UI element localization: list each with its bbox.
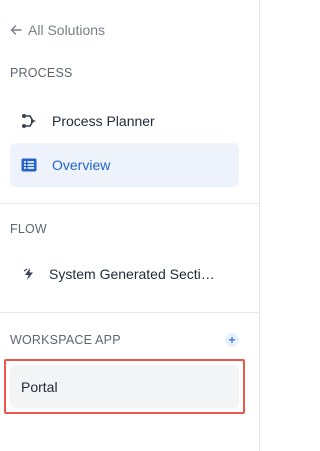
nav-item-label: Portal: [21, 378, 58, 395]
list-icon: [20, 156, 38, 174]
section-label-process: PROCESS: [10, 66, 73, 80]
add-workspace-app-button[interactable]: +: [225, 333, 239, 347]
sidebar-border: [259, 0, 260, 451]
section-label-workspace-app: WORKSPACE APP: [10, 333, 121, 347]
nav-item-label: Process Planner: [52, 113, 155, 129]
nav-item-process-planner[interactable]: Process Planner: [10, 99, 239, 143]
process-planner-icon: [20, 112, 38, 130]
section-label-flow: FLOW: [10, 222, 47, 236]
nav-item-overview[interactable]: Overview: [10, 143, 239, 187]
section-divider: [0, 203, 259, 204]
nav-item-label: Overview: [52, 157, 111, 173]
nav-item-system-generated-section[interactable]: System Generated Secti…: [10, 252, 239, 296]
back-to-all-solutions-link[interactable]: All Solutions: [10, 21, 105, 39]
back-link-label: All Solutions: [28, 22, 106, 38]
nav-item-label: System Generated Secti…: [49, 266, 215, 282]
nav-item-portal[interactable]: Portal: [10, 365, 239, 408]
flow-bolt-icon: [20, 265, 38, 283]
section-divider: [0, 312, 259, 313]
solution-sidebar: All Solutions PROCESS Process Planner Ov…: [0, 0, 260, 451]
arrow-left-icon: [10, 25, 22, 35]
